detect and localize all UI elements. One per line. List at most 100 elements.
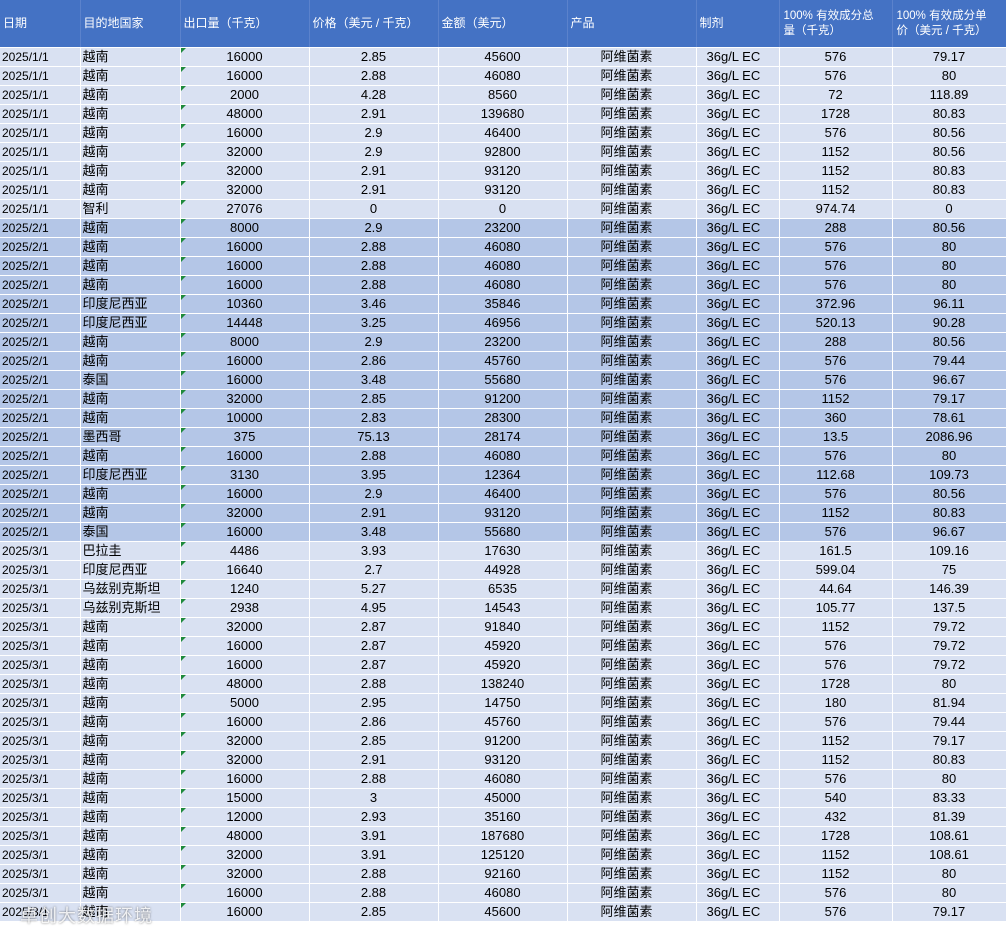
cell-formulation[interactable]: 36g/L EC <box>696 427 780 447</box>
cell-country[interactable]: 越南 <box>80 275 181 295</box>
cell-amount[interactable]: 55680 <box>438 370 568 390</box>
cell-active-price[interactable]: 80.83 <box>892 161 1006 181</box>
cell-price[interactable]: 2.86 <box>309 712 439 732</box>
cell-active-qty[interactable]: 576 <box>779 769 893 789</box>
cell-active-qty[interactable]: 112.68 <box>779 465 893 485</box>
cell-formulation[interactable]: 36g/L EC <box>696 750 780 770</box>
cell-formulation[interactable]: 36g/L EC <box>696 541 780 561</box>
cell-country[interactable]: 越南 <box>80 351 181 371</box>
cell-active-qty[interactable]: 1152 <box>779 731 893 751</box>
cell-price[interactable]: 2.88 <box>309 256 439 276</box>
cell-active-qty[interactable]: 576 <box>779 636 893 656</box>
cell-date[interactable]: 2025/2/1 <box>0 465 81 485</box>
cell-active-qty[interactable]: 288 <box>779 218 893 238</box>
cell-formulation[interactable]: 36g/L EC <box>696 332 780 352</box>
cell-amount[interactable]: 17630 <box>438 541 568 561</box>
cell-formulation[interactable]: 36g/L EC <box>696 636 780 656</box>
cell-date[interactable]: 2025/3/1 <box>0 598 81 618</box>
cell-price[interactable]: 2.88 <box>309 446 439 466</box>
cell-active-qty[interactable]: 576 <box>779 655 893 675</box>
cell-formulation[interactable]: 36g/L EC <box>696 142 780 162</box>
cell-product[interactable]: 阿维菌素 <box>567 275 697 295</box>
cell-qty[interactable]: 8000 <box>180 218 310 238</box>
cell-qty[interactable]: 48000 <box>180 826 310 846</box>
cell-product[interactable]: 阿维菌素 <box>567 712 697 732</box>
cell-qty[interactable]: 16000 <box>180 522 310 542</box>
cell-country[interactable]: 泰国 <box>80 370 181 390</box>
cell-price[interactable]: 2.88 <box>309 237 439 257</box>
cell-amount[interactable]: 0 <box>438 199 568 219</box>
cell-price[interactable]: 3.46 <box>309 294 439 314</box>
cell-price[interactable]: 3.95 <box>309 465 439 485</box>
cell-country[interactable]: 越南 <box>80 636 181 656</box>
cell-product[interactable]: 阿维菌素 <box>567 807 697 827</box>
cell-date[interactable]: 2025/1/1 <box>0 161 81 181</box>
cell-date[interactable]: 2025/1/1 <box>0 180 81 200</box>
cell-product[interactable]: 阿维菌素 <box>567 294 697 314</box>
cell-country[interactable]: 越南 <box>80 47 181 67</box>
cell-price[interactable]: 2.9 <box>309 218 439 238</box>
cell-country[interactable]: 乌兹别克斯坦 <box>80 598 181 618</box>
cell-active-price[interactable]: 80 <box>892 275 1006 295</box>
cell-amount[interactable]: 6535 <box>438 579 568 599</box>
cell-amount[interactable]: 35846 <box>438 294 568 314</box>
cell-country[interactable]: 越南 <box>80 655 181 675</box>
cell-formulation[interactable]: 36g/L EC <box>696 560 780 580</box>
cell-formulation[interactable]: 36g/L EC <box>696 731 780 751</box>
cell-formulation[interactable]: 36g/L EC <box>696 579 780 599</box>
cell-active-qty[interactable]: 576 <box>779 370 893 390</box>
cell-date[interactable]: 2025/1/1 <box>0 199 81 219</box>
cell-date[interactable]: 2025/3/1 <box>0 560 81 580</box>
cell-price[interactable]: 3.25 <box>309 313 439 333</box>
cell-qty[interactable]: 16640 <box>180 560 310 580</box>
cell-price[interactable]: 2.91 <box>309 104 439 124</box>
cell-qty[interactable]: 2938 <box>180 598 310 618</box>
cell-active-price[interactable]: 80.56 <box>892 142 1006 162</box>
cell-country[interactable]: 越南 <box>80 617 181 637</box>
cell-active-qty[interactable]: 1152 <box>779 503 893 523</box>
cell-active-price[interactable]: 108.61 <box>892 826 1006 846</box>
cell-qty[interactable]: 14448 <box>180 313 310 333</box>
cell-active-qty[interactable]: 432 <box>779 807 893 827</box>
cell-date[interactable]: 2025/3/1 <box>0 693 81 713</box>
cell-qty[interactable]: 16000 <box>180 47 310 67</box>
cell-country[interactable]: 越南 <box>80 750 181 770</box>
cell-product[interactable]: 阿维菌素 <box>567 598 697 618</box>
cell-product[interactable]: 阿维菌素 <box>567 826 697 846</box>
cell-product[interactable]: 阿维菌素 <box>567 503 697 523</box>
cell-date[interactable]: 2025/3/1 <box>0 731 81 751</box>
cell-amount[interactable]: 46080 <box>438 446 568 466</box>
cell-date[interactable]: 2025/2/1 <box>0 294 81 314</box>
cell-active-qty[interactable]: 576 <box>779 237 893 257</box>
cell-active-qty[interactable]: 599.04 <box>779 560 893 580</box>
cell-formulation[interactable]: 36g/L EC <box>696 104 780 124</box>
cell-amount[interactable]: 91200 <box>438 389 568 409</box>
cell-formulation[interactable]: 36g/L EC <box>696 655 780 675</box>
cell-formulation[interactable]: 36g/L EC <box>696 617 780 637</box>
cell-country[interactable]: 越南 <box>80 180 181 200</box>
cell-active-qty[interactable]: 576 <box>779 446 893 466</box>
cell-active-qty[interactable]: 576 <box>779 256 893 276</box>
cell-country[interactable]: 乌兹别克斯坦 <box>80 579 181 599</box>
cell-active-price[interactable]: 96.67 <box>892 522 1006 542</box>
cell-amount[interactable]: 44928 <box>438 560 568 580</box>
cell-date[interactable]: 2025/2/1 <box>0 389 81 409</box>
cell-country[interactable]: 越南 <box>80 389 181 409</box>
cell-date[interactable]: 2025/2/1 <box>0 332 81 352</box>
cell-formulation[interactable]: 36g/L EC <box>696 807 780 827</box>
cell-qty[interactable]: 16000 <box>180 655 310 675</box>
cell-formulation[interactable]: 36g/L EC <box>696 845 780 865</box>
cell-formulation[interactable]: 36g/L EC <box>696 769 780 789</box>
cell-price[interactable]: 2.86 <box>309 351 439 371</box>
cell-active-qty[interactable]: 105.77 <box>779 598 893 618</box>
cell-active-price[interactable]: 83.33 <box>892 788 1006 808</box>
cell-amount[interactable]: 138240 <box>438 674 568 694</box>
cell-qty[interactable]: 32000 <box>180 845 310 865</box>
cell-product[interactable]: 阿维菌素 <box>567 256 697 276</box>
cell-qty[interactable]: 16000 <box>180 769 310 789</box>
cell-date[interactable]: 2025/3/1 <box>0 655 81 675</box>
cell-formulation[interactable]: 36g/L EC <box>696 446 780 466</box>
cell-date[interactable]: 2025/3/1 <box>0 902 81 922</box>
cell-formulation[interactable]: 36g/L EC <box>696 218 780 238</box>
cell-date[interactable]: 2025/2/1 <box>0 370 81 390</box>
